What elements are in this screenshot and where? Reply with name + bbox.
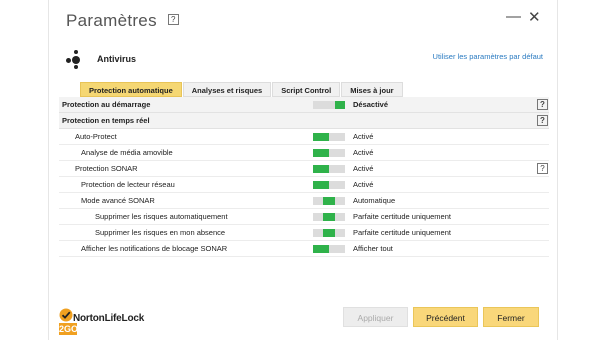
setting-toggle[interactable]	[313, 197, 345, 205]
title-text: Paramètres	[66, 11, 157, 30]
setting-status: Activé	[353, 148, 374, 157]
setting-label: Protection SONAR	[75, 164, 138, 173]
use-default-settings-link[interactable]: Utiliser les paramètres par défaut	[433, 52, 543, 61]
tab-mises-a-jour[interactable]: Mises à jour	[341, 82, 403, 97]
help-icon[interactable]: ?	[537, 99, 548, 110]
help-icon[interactable]: ?	[537, 163, 548, 174]
section-title: Antivirus	[97, 54, 137, 64]
settings-window: Paramètres ? — ✕ Antivirus Utiliser les …	[48, 0, 558, 340]
setting-label: Auto-Protect	[75, 132, 117, 141]
setting-row-auto-protect: Auto-Protect Activé	[59, 129, 549, 145]
section-header: Antivirus	[65, 49, 136, 69]
help-icon[interactable]: ?	[537, 115, 548, 126]
apply-button[interactable]: Appliquer	[343, 307, 408, 327]
setting-status: Activé	[353, 132, 374, 141]
setting-status: Parfaite certitude uniquement	[353, 212, 451, 221]
close-button[interactable]: Fermer	[483, 307, 539, 327]
nortonlifelock-logo: NortonLifeLock 2GO	[59, 306, 179, 338]
checkmark-icon	[59, 308, 73, 322]
title-help-icon[interactable]: ?	[167, 14, 179, 26]
setting-toggle[interactable]	[313, 133, 345, 141]
setting-label: Protection au démarrage	[62, 100, 151, 109]
tab-bar: Protection automatique Analyses et risqu…	[80, 82, 404, 97]
setting-toggle[interactable]	[313, 149, 345, 157]
setting-label: Mode avancé SONAR	[81, 196, 155, 205]
setting-status: Afficher tout	[353, 244, 393, 253]
setting-toggle[interactable]	[313, 101, 345, 109]
setting-status: Automatique	[353, 196, 396, 205]
setting-row-protection-demarrage: Protection au démarrage Désactivé ?	[59, 97, 549, 113]
setting-row-mode-avance-sonar: Mode avancé SONAR Automatique	[59, 193, 549, 209]
settings-table: Protection au démarrage Désactivé ? Prot…	[59, 97, 549, 257]
setting-toggle[interactable]	[313, 229, 345, 237]
setting-toggle[interactable]	[313, 165, 345, 173]
setting-row-analyse-media: Analyse de média amovible Activé	[59, 145, 549, 161]
setting-toggle[interactable]	[313, 245, 345, 253]
setting-row-notifications-sonar: Afficher les notifications de blocage SO…	[59, 241, 549, 257]
setting-status: Activé	[353, 180, 374, 189]
setting-row-supprimer-absence: Supprimer les risques en mon absence Par…	[59, 225, 549, 241]
tab-script-control[interactable]: Script Control	[272, 82, 341, 97]
tab-protection-automatique[interactable]: Protection automatique	[80, 82, 182, 97]
minimize-button[interactable]: —	[506, 8, 521, 25]
setting-toggle[interactable]	[313, 181, 345, 189]
setting-label: Analyse de média amovible	[81, 148, 173, 157]
setting-row-supprimer-auto: Supprimer les risques automatiquement Pa…	[59, 209, 549, 225]
logo-brand: NortonLifeLock	[73, 313, 145, 324]
setting-row-protection-sonar: Protection SONAR Activé ?	[59, 161, 549, 177]
window-title: Paramètres ?	[66, 11, 179, 31]
setting-row-protection-temps-reel: Protection en temps réel ?	[59, 113, 549, 129]
logo-badge: 2GO	[59, 323, 79, 335]
antivirus-icon	[65, 49, 87, 69]
setting-label: Supprimer les risques en mon absence	[95, 228, 226, 237]
setting-label: Supprimer les risques automatiquement	[95, 212, 228, 221]
setting-label: Afficher les notifications de blocage SO…	[81, 244, 228, 253]
setting-row-lecteur-reseau: Protection de lecteur réseau Activé	[59, 177, 549, 193]
setting-status: Parfaite certitude uniquement	[353, 228, 451, 237]
setting-label: Protection en temps réel	[62, 116, 150, 125]
setting-status: Désactivé	[353, 100, 389, 109]
previous-button[interactable]: Précédent	[413, 307, 478, 327]
setting-toggle[interactable]	[313, 213, 345, 221]
tab-analyses-et-risques[interactable]: Analyses et risques	[182, 82, 272, 97]
close-window-button[interactable]: ✕	[528, 8, 541, 26]
setting-label: Protection de lecteur réseau	[81, 180, 175, 189]
setting-status: Activé	[353, 164, 374, 173]
